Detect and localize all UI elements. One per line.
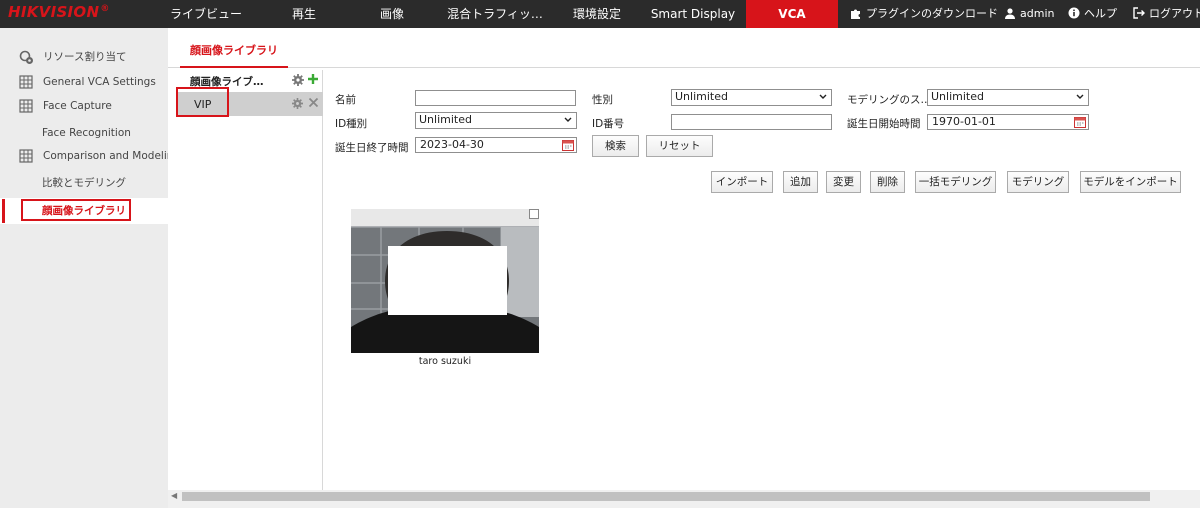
user-name: admin xyxy=(1020,7,1055,20)
library-item-vip[interactable]: VIP xyxy=(176,92,323,116)
modify-button[interactable]: 変更 xyxy=(826,171,861,193)
gender-select[interactable]: Unlimited xyxy=(671,89,832,106)
user-menu[interactable]: admin xyxy=(1004,0,1054,28)
sidebar-item-label: General VCA Settings xyxy=(43,76,156,88)
sidebar-item-resource-allocation[interactable]: リソース割り当て xyxy=(0,44,168,70)
info-icon xyxy=(1068,7,1080,19)
modeling-status-label: モデリングのス… xyxy=(847,94,931,106)
id-type-select-value: Unlimited xyxy=(419,113,472,126)
import-model-button[interactable]: モデルをインポート xyxy=(1080,171,1181,193)
top-navigation-bar: HIKVISION® ライブビュー 再生 画像 混合トラフィッ… 環境設定 Sm… xyxy=(0,0,1200,28)
nav-hybrid-traffic[interactable]: 混合トラフィッ… xyxy=(436,0,554,28)
add-library-icon[interactable] xyxy=(307,73,319,85)
help-label: ヘルプ xyxy=(1084,7,1117,20)
batch-modeling-button[interactable]: 一括モデリング xyxy=(915,171,996,193)
gear-icon[interactable] xyxy=(292,98,303,109)
help-link[interactable]: ヘルプ xyxy=(1068,0,1117,28)
add-button[interactable]: 追加 xyxy=(783,171,818,193)
grid-icon xyxy=(19,75,33,89)
sidebar-item-face-library[interactable]: 顔画像ライブラリ xyxy=(0,198,168,224)
chevron-down-icon xyxy=(1076,94,1084,99)
birth-end-value: 2023-04-30 xyxy=(420,138,484,151)
hikvision-logo: HIKVISION® xyxy=(8,3,110,21)
left-sidebar: リソース割り当て General VCA Settings Face Captu… xyxy=(0,28,180,508)
gear-icon[interactable] xyxy=(292,74,304,86)
nav-smart-display[interactable]: Smart Display xyxy=(640,0,746,28)
main-content: 顔画像ライブラリ 顔画像ライブ… VIP 名前 性別 Unlimited モデリ… xyxy=(168,28,1200,508)
modeling-status-select-value: Unlimited xyxy=(931,90,984,103)
face-photo-image xyxy=(351,209,539,353)
logout-icon xyxy=(1133,7,1145,19)
sidebar-item-label: Comparison and Modeling xyxy=(43,150,181,162)
grid-icon xyxy=(19,149,33,163)
puzzle-icon xyxy=(851,9,860,19)
face-select-checkbox[interactable] xyxy=(529,209,539,219)
sidebar-item-label: Face Capture xyxy=(43,100,112,112)
tab-face-library[interactable]: 顔画像ライブラリ xyxy=(180,42,288,68)
birth-start-input[interactable]: 1970-01-01 xyxy=(927,114,1089,130)
plugin-download-link[interactable]: プラグインのダウンロード xyxy=(850,0,998,28)
name-label: 名前 xyxy=(335,94,356,106)
library-panel: 顔画像ライブ… VIP xyxy=(176,70,323,491)
sidebar-item-compare-modeling[interactable]: 比較とモデリング xyxy=(0,170,168,196)
search-button[interactable]: 検索 xyxy=(592,135,639,157)
scroll-left-arrow-icon[interactable]: ◀ xyxy=(171,491,177,500)
resource-icon xyxy=(19,50,33,64)
scrollbar-thumb[interactable] xyxy=(182,492,1150,501)
sidebar-item-comparison-and-modeling[interactable]: Comparison and Modeling xyxy=(0,143,180,169)
name-input[interactable] xyxy=(415,90,576,106)
chevron-down-icon xyxy=(564,117,572,122)
chevron-down-icon xyxy=(819,94,827,99)
face-name-caption: taro suzuki xyxy=(418,356,472,367)
library-panel-title: 顔画像ライブ… xyxy=(190,76,264,88)
nav-live-view[interactable]: ライブビュー xyxy=(152,0,260,28)
nav-vca[interactable]: VCA xyxy=(746,0,838,28)
grid-icon xyxy=(19,99,33,113)
birth-end-label: 誕生日終了時間 xyxy=(335,142,409,154)
calendar-icon[interactable] xyxy=(1074,116,1086,128)
logout-link[interactable]: ログアウト xyxy=(1133,0,1200,28)
library-item-label: VIP xyxy=(194,98,212,111)
id-number-label: ID番号 xyxy=(592,118,625,130)
sidebar-item-label: リソース割り当て xyxy=(43,51,127,63)
birth-start-label: 誕生日開始時間 xyxy=(847,118,921,130)
face-photo[interactable] xyxy=(351,209,539,353)
logout-label: ログアウト xyxy=(1149,7,1200,20)
birth-start-value: 1970-01-01 xyxy=(932,115,996,128)
plugin-download-label: プラグインのダウンロード xyxy=(866,7,998,20)
modeling-status-select[interactable]: Unlimited xyxy=(927,89,1089,106)
sidebar-item-label: 比較とモデリング xyxy=(42,177,126,189)
sidebar-item-face-capture[interactable]: Face Capture xyxy=(0,93,168,119)
library-panel-header: 顔画像ライブ… xyxy=(176,70,323,92)
nav-playback[interactable]: 再生 xyxy=(260,0,348,28)
modeling-button[interactable]: モデリング xyxy=(1007,171,1069,193)
close-icon[interactable] xyxy=(308,97,319,108)
nav-configuration[interactable]: 環境設定 xyxy=(554,0,640,28)
horizontal-scrollbar[interactable]: ◀ xyxy=(168,490,1200,508)
id-type-label: ID種別 xyxy=(335,118,368,130)
gender-label: 性別 xyxy=(592,94,613,106)
user-icon xyxy=(1005,8,1015,19)
nav-picture[interactable]: 画像 xyxy=(348,0,436,28)
id-type-select[interactable]: Unlimited xyxy=(415,112,577,129)
sidebar-item-general-vca-settings[interactable]: General VCA Settings xyxy=(0,69,168,95)
tab-bar: 顔画像ライブラリ xyxy=(168,28,1200,68)
id-number-input[interactable] xyxy=(671,114,832,130)
reset-button[interactable]: リセット xyxy=(646,135,713,157)
active-item-marker xyxy=(2,199,5,223)
gender-select-value: Unlimited xyxy=(675,90,728,103)
birth-end-input[interactable]: 2023-04-30 xyxy=(415,137,577,153)
import-button[interactable]: インポート xyxy=(711,171,773,193)
calendar-icon[interactable] xyxy=(562,139,574,151)
sidebar-item-label: 顔画像ライブラリ xyxy=(42,205,126,217)
delete-button[interactable]: 削除 xyxy=(870,171,905,193)
